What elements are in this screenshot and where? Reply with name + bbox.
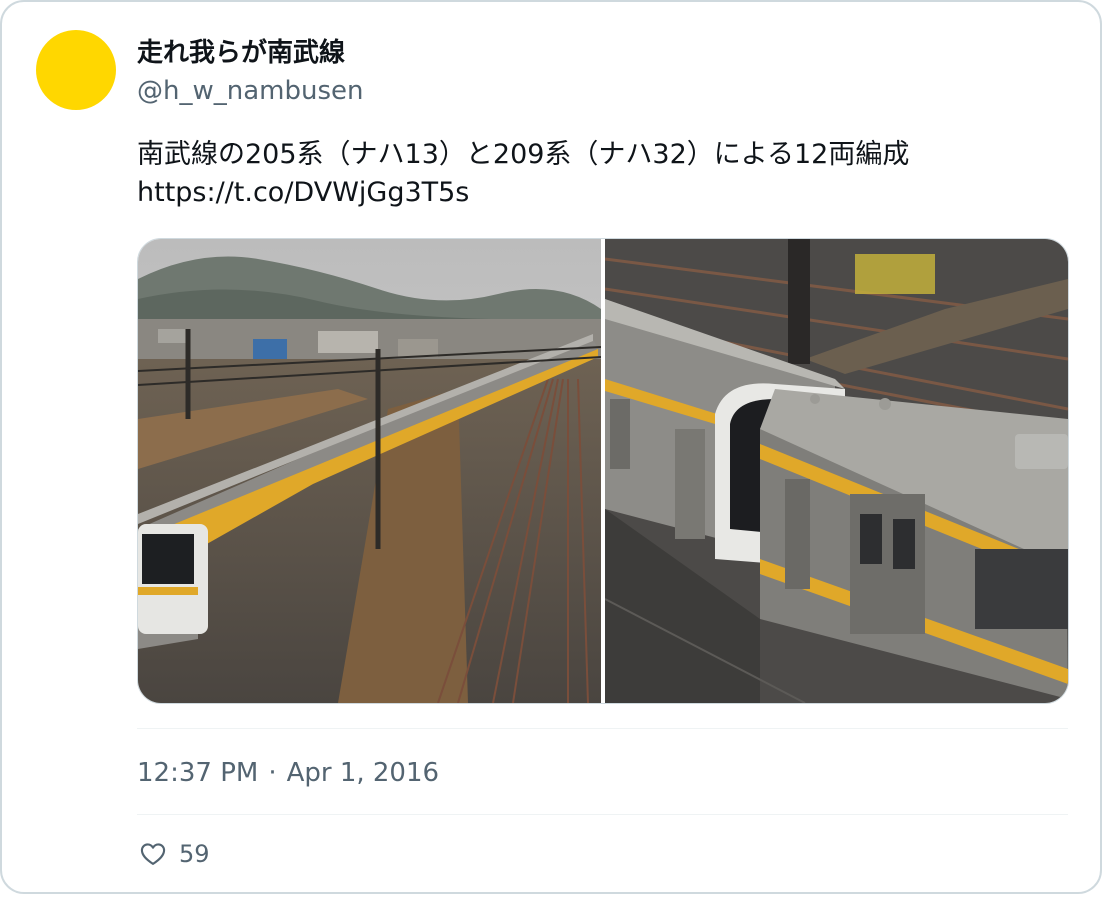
tweet-body: 南武線の205系（ナハ13）と209系（ナハ32）による12両編成 <box>137 139 910 170</box>
separator-dot: · <box>268 758 277 788</box>
train-photo-right[interactable] <box>605 239 1068 703</box>
tweet-text: 南武線の205系（ナハ13）と209系（ナハ32）による12両編成 https:… <box>137 136 909 212</box>
like-count: 59 <box>179 840 210 868</box>
tweet-time: 12:37 PM <box>137 758 259 788</box>
tweet-timestamp[interactable]: 12:37 PM · Apr 1, 2016 <box>137 758 439 788</box>
user-handle[interactable]: @h_w_nambusen <box>137 76 363 106</box>
like-button[interactable]: 59 <box>139 840 210 868</box>
divider-top <box>137 728 1068 729</box>
tweet-date: Apr 1, 2016 <box>286 758 440 788</box>
display-name[interactable]: 走れ我らが南武線 <box>137 32 345 69</box>
tweet-card[interactable]: 走れ我らが南武線 @h_w_nambusen 南武線の205系（ナハ13）と20… <box>0 0 1102 894</box>
train-photo-left[interactable] <box>138 239 601 703</box>
avatar[interactable] <box>36 30 116 110</box>
tweet-link[interactable]: https://t.co/DVWjGg3T5s <box>137 174 909 212</box>
divider-bottom <box>137 814 1068 815</box>
media-grid <box>137 238 1069 704</box>
heart-icon[interactable] <box>139 840 167 868</box>
